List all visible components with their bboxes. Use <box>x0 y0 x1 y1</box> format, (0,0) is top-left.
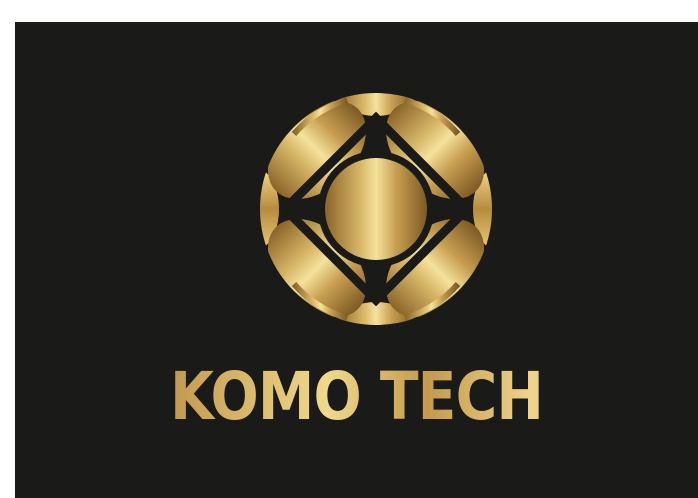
logo-card: KOMO TECH <box>15 22 698 498</box>
brand-wordmark: KOMO TECH <box>63 357 650 437</box>
image-frame: KOMO TECH <box>0 0 698 498</box>
emblem-center-disc <box>325 158 427 260</box>
